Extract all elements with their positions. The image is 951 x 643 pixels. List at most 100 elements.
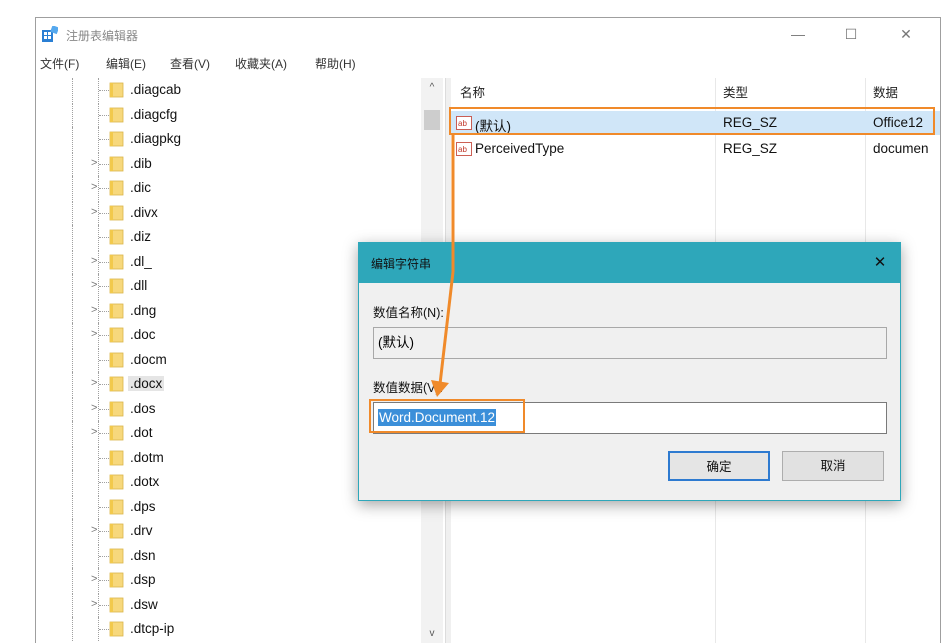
- value-row[interactable]: ab PerceivedType REG_SZ documen: [450, 137, 940, 161]
- expand-arrow-icon[interactable]: >: [91, 426, 101, 438]
- tree-item[interactable]: .diagcfg: [36, 102, 421, 127]
- tree-item[interactable]: .diagcab: [36, 78, 421, 102]
- tree-guide-line: [72, 347, 73, 372]
- menu-edit[interactable]: 编辑(E): [106, 55, 146, 72]
- folder-icon: [109, 548, 124, 563]
- tree-guide-line: [72, 127, 73, 151]
- folder-icon: [109, 450, 124, 465]
- tree-guide-line: [72, 568, 73, 592]
- expand-arrow-icon[interactable]: >: [91, 377, 101, 389]
- value-type: REG_SZ: [723, 141, 778, 156]
- tree-item-label: .diagpkg: [130, 131, 182, 146]
- default-row-highlight: [449, 107, 935, 135]
- folder-icon: [109, 572, 124, 588]
- dialog-title: 编辑字符串: [371, 257, 432, 271]
- registry-app-icon: [42, 26, 58, 42]
- value-name: PerceivedType: [475, 141, 565, 156]
- tree-branch-line: [99, 482, 109, 483]
- tree-branch-line: [99, 457, 109, 459]
- tree-item-label: .diagcfg: [130, 106, 178, 122]
- tree-item[interactable]: .dsn: [36, 543, 421, 568]
- tree-branch-line: [99, 506, 109, 508]
- tree-item[interactable]: > .dsw: [36, 592, 421, 617]
- title-bar[interactable]: 注册表编辑器 — ☐ ✕: [36, 18, 940, 52]
- expand-arrow-icon[interactable]: >: [91, 573, 101, 585]
- dialog-close-icon[interactable]: ✕: [860, 243, 900, 283]
- value-data: documen: [873, 141, 929, 156]
- folder-icon: [109, 278, 124, 294]
- folder-icon: [109, 425, 124, 441]
- close-button[interactable]: ✕: [883, 18, 929, 50]
- tree-guide-line: [72, 274, 73, 298]
- menu-view[interactable]: 查看(V): [170, 55, 210, 72]
- string-value-icon: ab: [456, 142, 472, 156]
- column-header-type[interactable]: 类型: [723, 78, 748, 108]
- tree-item-label: .dl_: [130, 253, 152, 269]
- expand-arrow-icon[interactable]: >: [91, 524, 101, 536]
- folder-icon: [109, 156, 124, 171]
- tree-branch-line: [99, 237, 109, 238]
- expand-arrow-icon[interactable]: >: [91, 181, 101, 193]
- folder-icon: [109, 131, 124, 147]
- scroll-down-arrow-icon[interactable]: v: [421, 626, 443, 642]
- expand-arrow-icon[interactable]: >: [91, 255, 101, 267]
- tree-item-label: .dotm: [130, 449, 164, 465]
- scroll-up-arrow-icon[interactable]: ^: [421, 80, 443, 96]
- tree-item-label: .docm: [130, 351, 167, 367]
- menu-help[interactable]: 帮助(H): [315, 55, 356, 72]
- expand-arrow-icon[interactable]: >: [91, 304, 101, 316]
- tree-guide-line: [72, 298, 73, 323]
- tree-item[interactable]: > .dsp: [36, 568, 421, 592]
- tree-guide-line: [72, 176, 73, 200]
- menu-favorites[interactable]: 收藏夹(A): [235, 55, 287, 72]
- column-header-name[interactable]: 名称: [460, 78, 485, 108]
- tree-item[interactable]: .diagpkg: [36, 127, 421, 151]
- tree-item-label: .dos: [130, 400, 156, 416]
- dialog-title-bar[interactable]: 编辑字符串 ✕: [359, 243, 900, 283]
- expand-arrow-icon[interactable]: >: [91, 402, 101, 414]
- tree-branch-line: [99, 90, 109, 91]
- expand-arrow-icon[interactable]: >: [91, 598, 101, 610]
- tree-item-label: .dps: [130, 498, 156, 514]
- maximize-button[interactable]: ☐: [828, 18, 874, 50]
- column-header-data[interactable]: 数据: [873, 78, 898, 108]
- tree-item[interactable]: > .dic: [36, 176, 421, 200]
- expand-arrow-icon[interactable]: >: [91, 279, 101, 291]
- tree-guide-line: [72, 494, 73, 519]
- tree-item[interactable]: > .divx: [36, 200, 421, 225]
- tree-item-label: .dot: [130, 425, 153, 440]
- expand-arrow-icon[interactable]: >: [91, 328, 101, 340]
- tree-branch-line: [99, 114, 109, 116]
- tree-item-label: .dll: [130, 278, 148, 293]
- tree-guide-line: [72, 543, 73, 568]
- tree-item[interactable]: .dtcp-ip: [36, 617, 421, 641]
- tree-guide-line: [72, 102, 73, 127]
- ok-button[interactable]: 确定: [668, 451, 770, 481]
- value-name-label: 数值名称(N):: [373, 306, 444, 320]
- expand-arrow-icon[interactable]: >: [91, 157, 101, 169]
- menu-file[interactable]: 文件(F): [40, 55, 79, 72]
- cancel-button[interactable]: 取消: [782, 451, 884, 481]
- edit-string-dialog: 编辑字符串 ✕ 数值名称(N): (默认) 数值数据(V): Word.Docu…: [358, 242, 901, 501]
- tree-item-label: .doc: [130, 327, 156, 342]
- folder-icon: [109, 376, 124, 392]
- tree-item-label: .divx: [130, 204, 158, 220]
- tree-item[interactable]: > .drv: [36, 519, 421, 543]
- tree-item-label: .diagcab: [130, 82, 182, 97]
- scroll-thumb[interactable]: [424, 110, 440, 130]
- tree-guide-line: [72, 372, 73, 396]
- expand-arrow-icon[interactable]: >: [91, 206, 101, 218]
- folder-icon: [109, 229, 124, 245]
- tree-item-label: .dng: [130, 302, 157, 318]
- minimize-button[interactable]: —: [775, 18, 821, 50]
- folder-icon: [109, 523, 124, 539]
- tree-item[interactable]: > .dib: [36, 151, 421, 176]
- tree-item-label: .dtcp-ip: [130, 621, 175, 636]
- tree-guide-line: [72, 323, 73, 347]
- window-title: 注册表编辑器: [66, 29, 139, 43]
- tree-item-label: .dsp: [130, 572, 156, 587]
- tree-item-label: .dib: [130, 155, 152, 171]
- folder-icon: [109, 205, 124, 220]
- tree-guide-line: [72, 421, 73, 445]
- folder-icon: [109, 327, 124, 343]
